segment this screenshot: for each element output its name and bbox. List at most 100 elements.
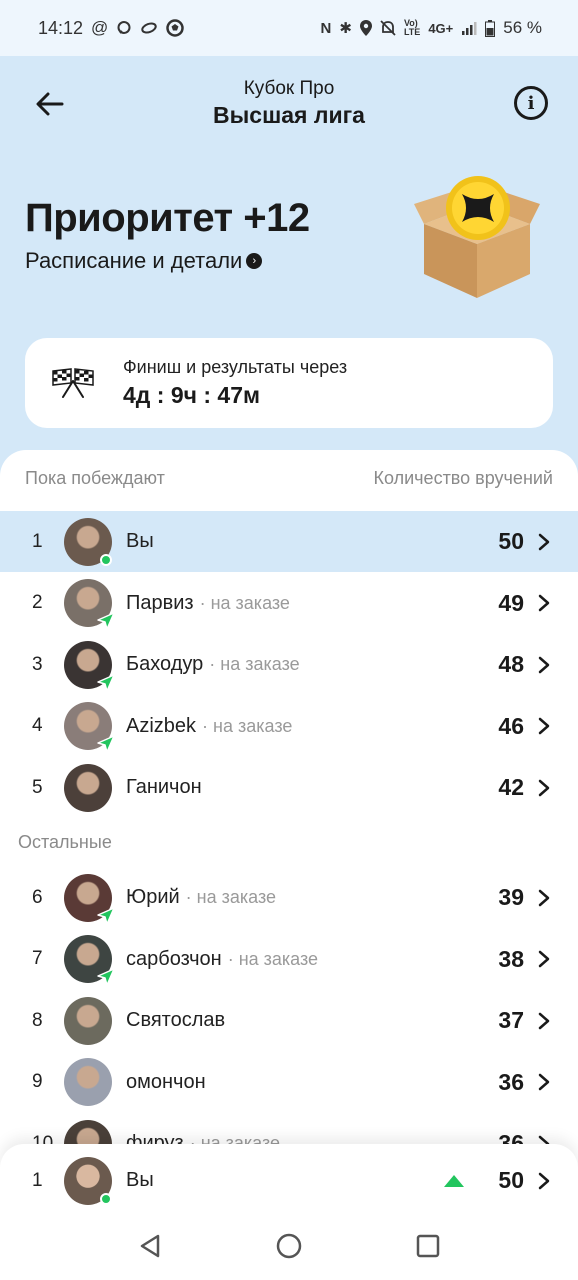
chevron-right-icon [524, 656, 564, 674]
driver-name: Azizbek [126, 714, 197, 737]
finish-text: Финиш и результаты через 4д : 9ч : 47м [123, 357, 347, 409]
battery-icon [485, 19, 496, 37]
section-others-label: Остальные [18, 832, 112, 852]
chevron-right-icon [524, 1012, 564, 1030]
chevron-right-icon [524, 779, 564, 797]
driver-name: Баходур [126, 653, 204, 675]
driver-score: 50 [498, 1167, 524, 1193]
chevron-right-icon [524, 594, 564, 612]
navigation-arrow-icon [97, 735, 115, 753]
schedule-details-link[interactable]: Расписание и детали › [25, 248, 263, 274]
chevron-right-icon [524, 717, 564, 735]
bluetooth-icon: ✱ [339, 20, 352, 37]
leaderboard-row[interactable]: 6 Юрий · на заказе 39 [0, 867, 578, 928]
rank-number: 1 [32, 530, 43, 552]
leaderboard-row[interactable]: 7 сарбозчон · на заказе 38 [0, 929, 578, 990]
driver-name: сарбозчон [126, 947, 222, 970]
driver-score: 42 [498, 774, 524, 800]
battery-percent: 56 % [503, 18, 542, 37]
mute-icon [380, 20, 396, 36]
chevron-right-icon [524, 533, 564, 551]
prize-box-icon [414, 176, 540, 298]
driver-status: · на заказе [227, 948, 319, 969]
chevron-right-icon [524, 1073, 564, 1091]
priority-title: Приоритет +12 [25, 196, 310, 240]
header-winning-label: Пока побеждают [25, 468, 165, 488]
chevron-right-icon [524, 950, 564, 968]
driver-name: Юрий [126, 886, 180, 908]
rank-number: 8 [32, 1009, 43, 1031]
navigation-arrow-icon [97, 968, 115, 986]
navigation-arrow-icon [97, 612, 115, 630]
chevron-right-icon [524, 1172, 564, 1190]
driver-score: 50 [498, 528, 524, 554]
nav-recents-button[interactable] [408, 1226, 448, 1266]
trend-up-icon [444, 1174, 465, 1187]
system-nav-bar [0, 1212, 578, 1280]
nav-home-button[interactable] [269, 1226, 309, 1266]
avatar [64, 517, 112, 566]
chevron-right-icon [524, 889, 564, 907]
leaderboard-row[interactable]: 9 омончон 36 [0, 1052, 578, 1113]
avatar [64, 873, 115, 925]
avatar [64, 763, 112, 812]
driver-score: 37 [498, 1007, 524, 1033]
leaderboard-row[interactable]: 8 Святослав 37 [0, 990, 578, 1051]
driver-status: · на заказе [202, 715, 293, 736]
info-icon: i [527, 92, 535, 114]
driver-status: · на заказе [209, 654, 300, 674]
rank-number: 6 [32, 886, 43, 908]
nav-back-button[interactable] [130, 1226, 170, 1266]
top-app-bar: Кубок Про Высшая лига i [0, 56, 578, 156]
avatar [64, 1058, 112, 1106]
rank-number: 2 [32, 592, 43, 613]
online-indicator [100, 553, 112, 566]
nfc-icon: N [320, 19, 332, 37]
driver-name: Вы [126, 530, 154, 552]
signal-icon [462, 22, 477, 35]
leaderboard-row[interactable]: 1 Вы 50 [0, 511, 578, 572]
info-button[interactable]: i [514, 86, 548, 120]
avatar [64, 579, 115, 630]
at-icon: @ [91, 18, 109, 37]
navigation-arrow-icon [97, 906, 115, 925]
status-time: 14:12 [38, 17, 84, 38]
network-type: 4G+ [428, 20, 454, 36]
score-group: 50 [444, 1167, 524, 1194]
driver-name: омончон [126, 1070, 206, 1093]
driver-score: 36 [498, 1068, 524, 1095]
league-subtitle: Кубок Про [243, 78, 335, 99]
rank-number: 4 [32, 715, 43, 736]
leaderboard-row[interactable]: 2 Парвиз · на заказе 49 [0, 573, 578, 634]
leaderboard-row[interactable]: 4 Azizbek · на заказе 46 [0, 696, 578, 757]
my-position-row[interactable]: 1 Вы 50 [0, 1150, 578, 1211]
page-title: Высшая лига [213, 102, 365, 128]
finish-countdown: 4д : 9ч : 47м [123, 382, 261, 408]
rank-number: 1 [32, 1169, 43, 1191]
my-position-card: 1 Вы 50 [0, 1144, 578, 1280]
leaderboard-row[interactable]: 3 Баходур · на заказе 48 [0, 634, 578, 695]
rank-number: 7 [32, 948, 43, 969]
finish-countdown-card: Финиш и результаты через 4д : 9ч : 47м [25, 338, 553, 428]
driver-score: 38 [498, 945, 524, 972]
hero-section: Кубок Про Высшая лига i Приоритет +12 Ра… [0, 56, 578, 476]
navigation-arrow-icon [97, 673, 115, 692]
finish-label: Финиш и результаты через [123, 357, 348, 377]
avatar [64, 640, 115, 692]
driver-score: 39 [498, 884, 524, 910]
cloud-icon [141, 22, 158, 34]
driver-score: 48 [498, 651, 524, 677]
rank-number: 9 [32, 1071, 43, 1092]
avatar [64, 996, 112, 1045]
volte-icon: Vo) LTE [403, 18, 421, 37]
nav-recents-icon [417, 1234, 440, 1258]
rank-number: 3 [32, 653, 43, 675]
leaderboard-header: Пока побеждают Количество вручений [25, 468, 553, 489]
leaderboard-row[interactable]: 5 Ганичон 42 [0, 757, 578, 818]
driver-status: · на заказе [185, 887, 277, 907]
driver-score: 49 [498, 589, 524, 616]
avatar [64, 702, 115, 753]
header-deliveries-label: Количество вручений [373, 468, 553, 488]
online-indicator [100, 1192, 112, 1205]
checkered-flags-icon [52, 368, 94, 398]
